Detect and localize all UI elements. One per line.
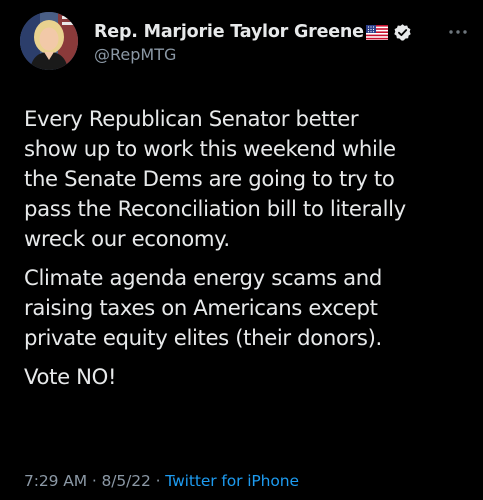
us-flag-icon	[365, 24, 388, 40]
tweet-source-link[interactable]: Twitter for iPhone	[165, 472, 299, 490]
more-options-icon[interactable]	[446, 23, 470, 35]
text-line: pass the Reconciliation bill to literall…	[24, 196, 406, 221]
text-line: the Senate Dems are going to try to	[24, 166, 395, 191]
text-line: raising taxes on Americans except	[24, 295, 378, 320]
tweet-metadata: 7:29 AM · 8/5/22 · Twitter for iPhone	[24, 472, 299, 490]
author-name-row: Rep. Marjorie Taylor Greene	[94, 20, 412, 44]
author-avatar[interactable]	[20, 12, 78, 70]
text-line: wreck our economy.	[24, 226, 230, 251]
text-line: private equity elites (their donors).	[24, 325, 382, 350]
tweet: Rep. Marjorie Taylor Greene @RepMTG Ever…	[0, 0, 483, 500]
tweet-date[interactable]: 8/5/22	[102, 472, 151, 490]
tweet-paragraph: Vote NO!	[24, 362, 472, 392]
verified-badge-icon	[393, 23, 412, 42]
tweet-paragraph: Climate agenda energy scams and raising …	[24, 263, 472, 353]
meta-separator: ·	[150, 472, 166, 490]
tweet-time[interactable]: 7:29 AM	[24, 472, 87, 490]
text-line: Every Republican Senator better	[24, 106, 359, 131]
profile-photo-icon	[20, 12, 78, 70]
text-line: Vote NO!	[24, 364, 117, 389]
meta-separator: ·	[87, 472, 102, 490]
text-line: Climate agenda energy scams and	[24, 265, 382, 290]
author-display-name[interactable]: Rep. Marjorie Taylor Greene	[94, 22, 364, 42]
author-handle[interactable]: @RepMTG	[94, 45, 176, 64]
text-line: show up to work this weekend while	[24, 136, 396, 161]
tweet-paragraph: Every Republican Senator better show up …	[24, 104, 472, 254]
tweet-text: Every Republican Senator better show up …	[24, 104, 472, 392]
